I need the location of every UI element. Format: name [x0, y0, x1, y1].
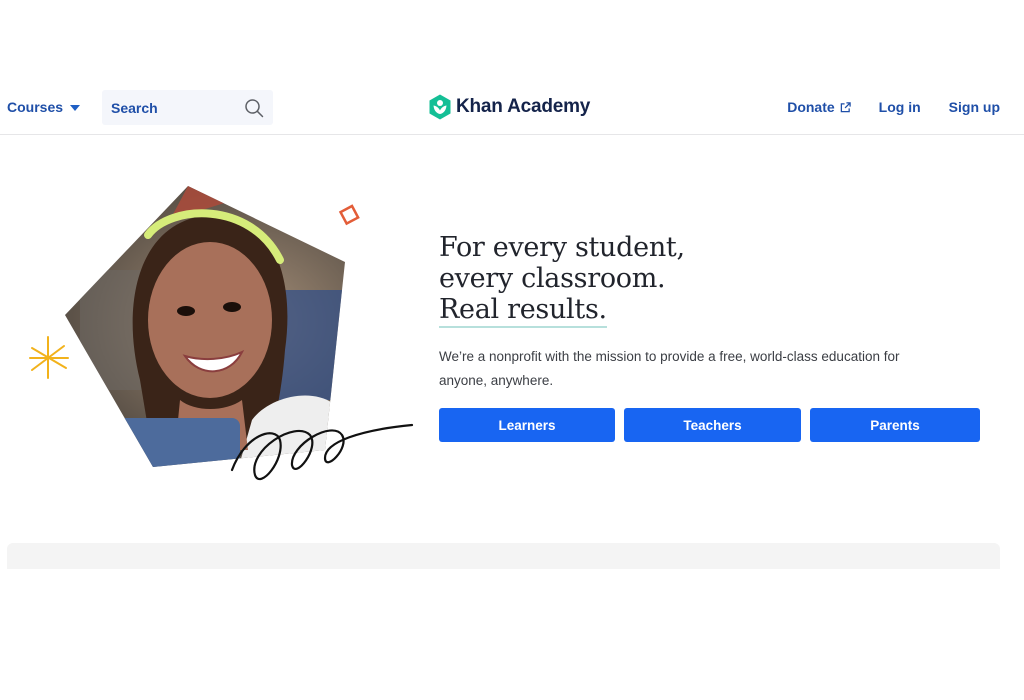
headline-line-2: every classroom.: [439, 263, 666, 294]
donate-link[interactable]: Donate: [787, 99, 851, 115]
chevron-down-icon: [70, 105, 81, 111]
external-link-icon: [840, 101, 851, 112]
parents-button[interactable]: Parents: [810, 408, 980, 442]
search-input[interactable]: [102, 90, 251, 125]
learners-button[interactable]: Learners: [439, 408, 615, 442]
courses-label: Courses: [7, 99, 64, 115]
donate-label: Donate: [787, 99, 835, 115]
student-photo: [65, 186, 345, 467]
hero-text: For every student, every classroom. Real…: [439, 232, 909, 393]
headline-line-3: Real results.: [439, 294, 607, 328]
logo-hexagon-icon: [429, 94, 451, 120]
search-icon[interactable]: [244, 98, 264, 118]
audience-buttons: Learners Teachers Parents: [439, 408, 980, 442]
hero-subtext: We’re a nonprofit with the mission to pr…: [439, 349, 900, 388]
logo-text: Khan Academy: [456, 96, 591, 117]
login-link[interactable]: Log in: [879, 99, 921, 115]
next-section-panel: [7, 543, 1000, 569]
signup-link[interactable]: Sign up: [949, 99, 1000, 115]
hero-illustration: [29, 186, 414, 481]
orange-square-doodle: [338, 204, 360, 226]
top-nav: Courses Khan Academy Donate Log in Sign …: [0, 80, 1024, 135]
hero-headline: For every student, every classroom. Real…: [439, 232, 909, 328]
account-nav: Donate Log in Sign up: [787, 99, 1000, 115]
yellow-star-doodle: [29, 336, 69, 379]
khan-academy-logo[interactable]: Khan Academy: [428, 94, 590, 120]
search-box: [102, 90, 273, 125]
headline-line-1: For every student,: [439, 232, 685, 263]
courses-menu-button[interactable]: Courses: [7, 99, 81, 115]
teachers-button[interactable]: Teachers: [624, 408, 801, 442]
